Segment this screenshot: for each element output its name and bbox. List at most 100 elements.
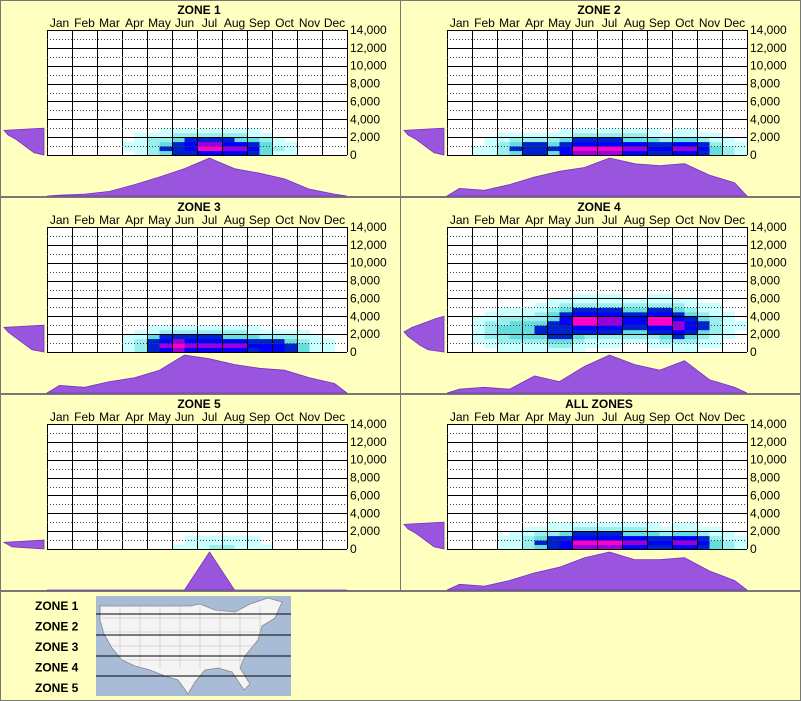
month-label: Sep [249,213,271,227]
month-label: Jan [450,410,469,424]
heatmap-cell [597,141,610,147]
heatmap-cell [697,338,710,344]
heatmap-cell [609,316,623,322]
heatmap-cell [272,347,285,353]
y-tick-label: 0 [350,542,357,556]
heatmap-cell [522,329,535,335]
heatmap-cell [559,298,573,304]
heatmap-cell [722,329,735,335]
y-tick-label: 2,000 [350,130,380,144]
heatmap-cell [184,544,198,550]
heatmap-cell [472,338,485,344]
heatmap-cell [622,132,635,138]
heatmap-cell [597,320,610,326]
y-tick-label: 12,000 [350,435,387,449]
heatmap-cell [222,141,235,147]
month-label: Jul [602,16,617,30]
heatmap-cell [647,316,660,322]
heatmap-cell [509,320,523,326]
month-label: Dec [724,213,745,227]
month-label: Feb [74,16,95,30]
heatmap-cell [122,347,135,353]
heatmap-cell [534,338,548,344]
heatmap-cell [659,338,673,344]
heatmap-cell [684,320,698,326]
heatmap-cell [684,329,698,335]
heatmap-cell [659,526,673,532]
heatmap-cell [209,338,223,344]
heatmap-cell [547,298,560,304]
heatmap-cell [534,329,548,335]
heatmap-cell [547,544,560,550]
heatmap-cell [659,298,673,304]
month-label: Jan [450,213,469,227]
month-label: Sep [649,16,671,30]
month-label: May [148,16,171,30]
heatmap-cell [597,298,610,304]
heatmap-cell [147,329,160,335]
elevation-profile-area [403,315,445,353]
heatmap-cell [497,535,510,541]
heatmap-cell [559,347,573,353]
month-label: Dec [724,16,745,30]
month-label: Sep [249,410,271,424]
y-tick-label: 2,000 [350,327,380,341]
heatmap-cell [322,347,335,353]
heatmap-cell [597,535,610,541]
heatmap-cell [597,338,610,344]
legend-zone-label: ZONE 3 [35,640,79,654]
heatmap-cell [634,329,648,335]
heatmap-cell [522,338,535,344]
heatmap-cell [547,150,560,156]
heatmap-cell [559,338,573,344]
heatmap-cell [534,316,548,322]
heatmap-cell [259,141,273,147]
heatmap-cell [622,338,635,344]
y-tick-label: 2,000 [750,130,780,144]
y-tick-label: 6,000 [350,488,380,502]
heatmap-cell [197,347,210,353]
heatmap-cell [609,320,623,326]
month-label: Nov [699,410,720,424]
heatmap-cell [734,544,748,550]
y-tick-label: 4,000 [350,309,380,323]
heatmap-cell [184,338,198,344]
month-label: Jan [450,16,469,30]
heatmap-cell [622,298,635,304]
month-label: Oct [275,410,294,424]
heatmap-cell [134,338,148,344]
heatmap-cell [659,150,673,156]
heatmap-cell [672,544,685,550]
heatmap-cell [159,132,173,138]
month-label: Dec [324,16,345,30]
heatmap-cell [684,298,698,304]
heatmap-cell [672,535,685,541]
y-tick-label: 8,000 [350,77,380,91]
month-label: Feb [74,213,95,227]
heatmap-cell [722,320,735,326]
heatmap-cell [509,141,523,147]
heatmap-cell [584,329,598,335]
month-label: Nov [299,213,320,227]
heatmap-cell [697,544,710,550]
y-tick-label: 12,000 [750,435,787,449]
heatmap-cell [647,132,660,138]
heatmap-cell [559,329,573,335]
heatmap-cell [622,526,635,532]
month-label: Sep [249,16,271,30]
heatmap-cell [159,150,173,156]
elevation-profile-area [403,127,445,156]
heatmap-cell [484,320,498,326]
heatmap-cell [572,316,585,322]
y-tick-label: 10,000 [350,256,387,270]
month-label: Jul [202,213,217,227]
month-label: Aug [624,213,645,227]
heatmap-cell [184,150,198,156]
heatmap-cell [647,329,660,335]
heatmap-cell [147,338,160,344]
heatmap-cell [159,338,173,344]
heatmap-cell [259,329,273,335]
month-label: Dec [324,213,345,227]
heatmap-cell [509,307,523,313]
y-tick-label: 6,000 [350,291,380,305]
